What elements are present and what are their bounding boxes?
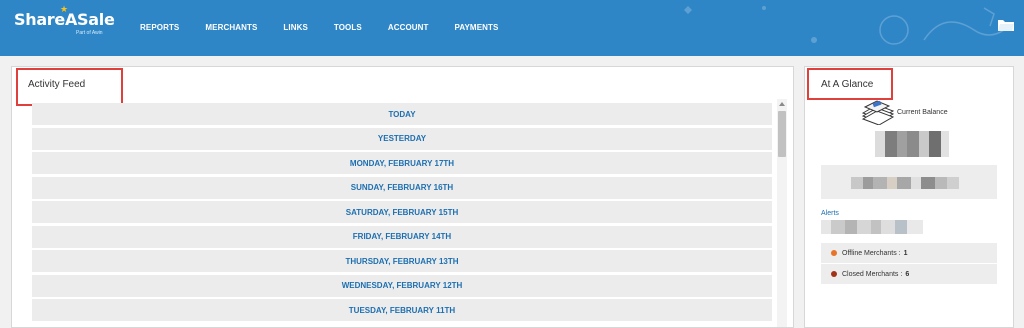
feed-day-row[interactable]: WEDNESDAY, FEBRUARY 12TH: [32, 274, 772, 297]
scroll-up-arrow-icon[interactable]: [779, 102, 785, 106]
closed-merchants-count: 6: [905, 270, 910, 278]
balance-value-redacted: [875, 131, 949, 157]
background-doodle: [684, 6, 1005, 45]
folder-icon[interactable]: [998, 18, 1014, 31]
scroll-thumb[interactable]: [778, 111, 786, 157]
offline-merchants-label: Offline Merchants :: [842, 249, 901, 257]
orange-dot-icon: [831, 250, 837, 256]
activity-feed-title: Activity Feed: [28, 79, 86, 90]
alerts-link[interactable]: Alerts: [821, 210, 839, 217]
feed-day-row[interactable]: MONDAY, FEBRUARY 17TH: [32, 152, 772, 174]
nav-tools[interactable]: TOOLS: [334, 23, 362, 32]
offline-merchants-count: 1: [903, 249, 908, 257]
activity-feed-panel: Activity Feed TODAY YESTERDAY MONDAY, FE…: [11, 66, 794, 328]
balance-details-box: [821, 165, 997, 199]
star-icon: ★: [60, 4, 69, 14]
feed-scrollbar[interactable]: [777, 99, 787, 327]
balance-details-redacted: [851, 177, 969, 189]
top-navigation-bar: ShareASale ★ Part of Awin REPORTS MERCHA…: [0, 0, 1024, 56]
nav-payments[interactable]: PAYMENTS: [455, 23, 499, 32]
offline-merchants-row[interactable]: Offline Merchants : 1: [821, 243, 997, 263]
feed-day-row[interactable]: SATURDAY, FEBRUARY 15TH: [32, 201, 772, 223]
feed-day-row[interactable]: TODAY: [32, 103, 772, 125]
feed-day-row[interactable]: FRIDAY, FEBRUARY 14TH: [32, 225, 772, 248]
closed-merchants-label: Closed Merchants :: [842, 270, 903, 278]
nav-reports[interactable]: REPORTS: [140, 23, 179, 32]
closed-merchants-row[interactable]: Closed Merchants : 6: [821, 264, 997, 284]
brand-logo[interactable]: ShareASale ★ Part of Awin: [14, 4, 115, 36]
activity-feed-list: TODAY YESTERDAY MONDAY, FEBRUARY 17TH SU…: [32, 103, 772, 324]
nav-account[interactable]: ACCOUNT: [388, 23, 429, 32]
main-nav: REPORTS MERCHANTS LINKS TOOLS ACCOUNT PA…: [140, 23, 524, 32]
at-a-glance-panel: At A Glance Current Balance Alerts Offli…: [804, 66, 1014, 328]
nav-links[interactable]: LINKS: [283, 23, 308, 32]
money-stack-icon: [861, 100, 895, 125]
at-a-glance-title: At A Glance: [821, 79, 874, 90]
feed-day-row[interactable]: YESTERDAY: [32, 127, 772, 150]
red-dot-icon: [831, 271, 837, 277]
feed-day-row[interactable]: THURSDAY, FEBRUARY 13TH: [32, 250, 772, 272]
alert-redacted: [821, 220, 923, 234]
feed-day-row[interactable]: SUNDAY, FEBRUARY 16TH: [32, 176, 772, 199]
brand-subtitle: Part of Awin: [76, 30, 103, 36]
nav-merchants[interactable]: MERCHANTS: [205, 23, 257, 32]
current-balance-label: Current Balance: [897, 109, 948, 116]
feed-day-row[interactable]: TUESDAY, FEBRUARY 11TH: [32, 299, 772, 321]
